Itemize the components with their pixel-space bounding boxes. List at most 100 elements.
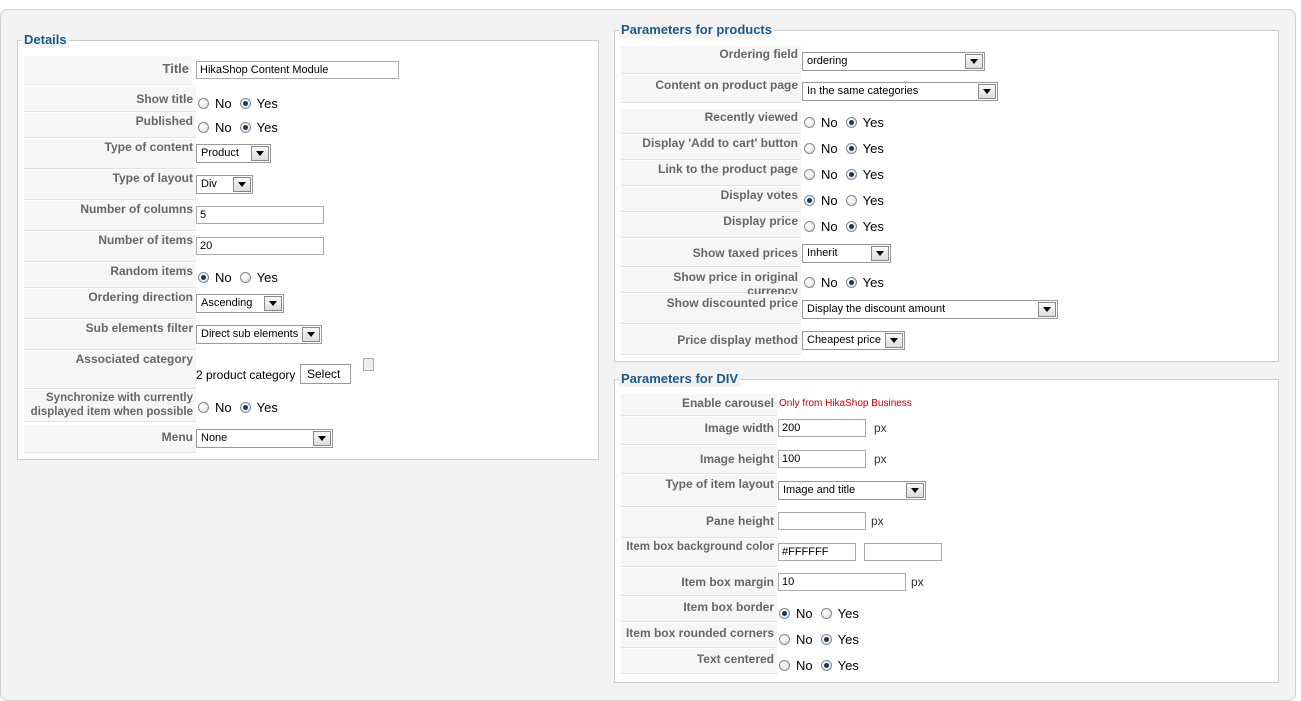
published-no-radio[interactable]: [198, 121, 209, 133]
content-page-select[interactable]: In the same categories: [802, 82, 998, 101]
chevron-down-icon: [1038, 302, 1056, 317]
link-product-yes-radio[interactable]: [845, 168, 857, 180]
margin-input[interactable]: [778, 573, 906, 591]
img-width-input[interactable]: [778, 419, 866, 437]
price-method-select[interactable]: Cheapest price: [802, 331, 905, 350]
border-no-radio[interactable]: [779, 607, 790, 619]
chevron-down-icon: [251, 146, 269, 161]
label-ordering-dir: Ordering direction: [24, 289, 196, 319]
label-menu: Menu: [24, 425, 196, 453]
rounded-yes-radio[interactable]: [820, 633, 832, 645]
recently-viewed-no-radio[interactable]: [804, 116, 815, 128]
chevron-down-icon: [978, 84, 996, 99]
label-assoc-cat: Associated category: [24, 351, 196, 389]
link-product-no-radio[interactable]: [804, 168, 815, 180]
label-pane-height: Pane height: [621, 508, 777, 538]
label-recently-viewed: Recently viewed: [621, 109, 801, 134]
pane-height-input[interactable]: [778, 512, 866, 530]
random-yes-radio[interactable]: [239, 271, 251, 283]
type-layout-select[interactable]: Div: [196, 175, 253, 194]
label-published: Published: [24, 113, 196, 138]
menu-select[interactable]: None: [196, 429, 333, 448]
chevron-down-icon: [302, 327, 320, 342]
price-no-radio[interactable]: [804, 220, 815, 232]
bg-color-swatch[interactable]: [864, 543, 942, 561]
label-link-product: Link to the product page: [621, 161, 801, 186]
taxed-select[interactable]: Inherit: [802, 244, 891, 263]
label-discounted: Show discounted price: [621, 294, 801, 324]
discounted-select[interactable]: Display the discount amount: [802, 300, 1058, 319]
label-sync: Synchronize with currently displayed ite…: [24, 390, 196, 422]
add-cart-no-radio[interactable]: [804, 142, 815, 154]
chevron-down-icon: [885, 333, 903, 348]
published-yes-radio[interactable]: [239, 121, 251, 133]
centered-no-radio[interactable]: [779, 659, 790, 671]
label-centered: Text centered: [621, 649, 777, 674]
centered-yes-radio[interactable]: [820, 659, 832, 671]
label-price-method: Price display method: [621, 325, 801, 355]
chevron-down-icon: [906, 483, 924, 498]
carousel-note: Only from HikaShop Business: [779, 398, 912, 409]
bg-color-input[interactable]: [778, 543, 856, 561]
ordering-field-select[interactable]: ordering: [802, 52, 985, 71]
details-legend: Details: [22, 32, 69, 48]
label-img-height: Image height: [621, 446, 777, 474]
div-legend: Parameters for DIV: [619, 371, 741, 387]
label-num-items: Number of items: [24, 232, 196, 262]
votes-no-radio[interactable]: [804, 194, 815, 206]
sync-no-radio[interactable]: [198, 401, 209, 413]
num-items-input[interactable]: [196, 237, 324, 255]
add-cart-yes-radio[interactable]: [845, 142, 857, 154]
chevron-down-icon: [264, 296, 282, 311]
edit-icon[interactable]: [363, 358, 374, 371]
ordering-dir-select[interactable]: Ascending: [196, 294, 284, 313]
details-fieldset: Details Title Show title No Yes Publishe…: [17, 32, 599, 460]
type-content-select[interactable]: Product: [196, 144, 271, 163]
price-yes-radio[interactable]: [845, 220, 857, 232]
label-price: Display price: [621, 213, 801, 238]
div-fieldset: Parameters for DIV Enable carousel Only …: [614, 371, 1279, 683]
label-carousel: Enable carousel: [621, 394, 777, 416]
orig-currency-yes-radio[interactable]: [845, 276, 857, 288]
label-sub-filter: Sub elements filter: [24, 320, 196, 350]
rounded-no-radio[interactable]: [779, 633, 790, 645]
label-type-content: Type of content: [24, 139, 196, 169]
sub-filter-select[interactable]: Direct sub elements: [196, 325, 322, 344]
label-rounded: Item box rounded corners: [621, 623, 777, 648]
item-layout-select[interactable]: Image and title: [778, 481, 926, 500]
show-title-no-radio[interactable]: [198, 97, 209, 109]
label-content-page: Content on product page: [621, 75, 801, 103]
label-type-layout: Type of layout: [24, 170, 196, 200]
label-orig-currency: Show price in original currency: [621, 268, 801, 298]
label-title: Title: [24, 56, 192, 85]
border-yes-radio[interactable]: [820, 607, 832, 619]
sync-yes-radio[interactable]: [239, 401, 251, 413]
label-img-width: Image width: [621, 417, 777, 445]
title-input[interactable]: [196, 61, 399, 79]
chevron-down-icon: [233, 177, 251, 192]
chevron-down-icon: [871, 246, 889, 261]
recently-viewed-yes-radio[interactable]: [845, 116, 857, 128]
votes-yes-radio[interactable]: [845, 194, 857, 206]
label-random: Random items: [24, 263, 196, 288]
label-add-cart: Display 'Add to cart' button: [621, 135, 801, 160]
products-fieldset: Parameters for products Ordering field o…: [614, 22, 1279, 362]
label-bg-color: Item box background color: [621, 539, 777, 567]
random-no-radio[interactable]: [198, 271, 209, 283]
label-margin: Item box margin: [621, 568, 777, 596]
num-columns-input[interactable]: [196, 206, 324, 224]
label-border: Item box border: [621, 597, 777, 622]
orig-currency-no-radio[interactable]: [804, 276, 815, 288]
label-ordering-field: Ordering field: [621, 46, 801, 74]
show-title-yes-radio[interactable]: [239, 97, 251, 109]
chevron-down-icon: [965, 54, 983, 69]
chevron-down-icon: [313, 431, 331, 446]
label-item-layout: Type of item layout: [621, 475, 777, 507]
img-height-input[interactable]: [778, 450, 866, 468]
label-num-columns: Number of columns: [24, 201, 196, 231]
select-category-button[interactable]: Select: [300, 364, 351, 384]
label-taxed: Show taxed prices: [621, 239, 801, 267]
label-votes: Display votes: [621, 187, 801, 212]
assoc-cat-value: 2 product category: [196, 368, 296, 382]
products-legend: Parameters for products: [619, 22, 774, 38]
